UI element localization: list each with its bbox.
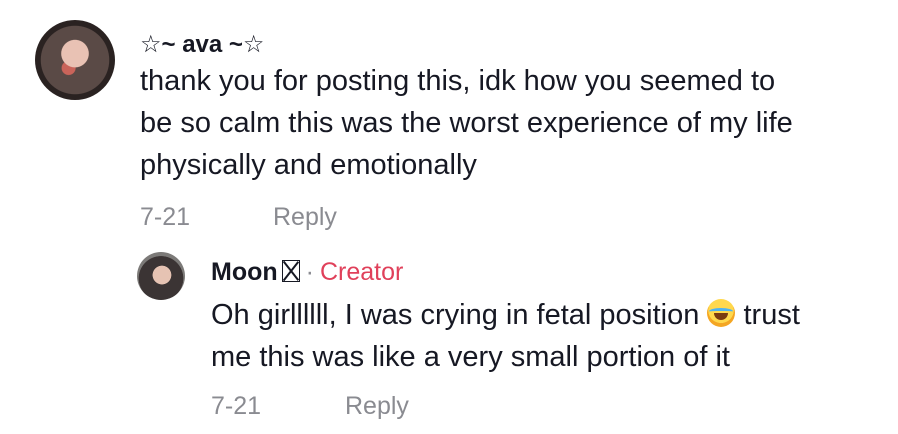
reply-line: Oh girllllll, I was crying in fetal posi…: [211, 294, 800, 336]
creator-badge: Creator: [319, 258, 404, 286]
reply-text: Oh girllllll, I was crying in fetal posi…: [211, 294, 800, 378]
reply-line-text: trust: [743, 299, 800, 331]
reply-line: me this was like a very small portion of…: [211, 341, 730, 373]
reply-button[interactable]: Reply: [273, 203, 337, 232]
comment-text: thank you for posting this, idk how you …: [140, 60, 793, 186]
comment-line: thank you for posting this, idk how you …: [140, 65, 776, 97]
avatar[interactable]: [35, 20, 115, 100]
comment-line: be so calm this was the worst experience…: [140, 107, 793, 139]
reply-line-text: Oh girllllll, I was crying in fetal posi…: [211, 299, 700, 331]
comment-date: 7-21: [140, 203, 191, 231]
comment-line: physically and emotionally: [140, 149, 477, 181]
reply-header: Moon · Creator: [211, 258, 403, 287]
reply-date: 7-21: [211, 392, 262, 420]
reply-avatar[interactable]: [137, 252, 185, 300]
reply-to-reply-button[interactable]: Reply: [345, 392, 409, 421]
reply-username[interactable]: Moon: [211, 258, 278, 286]
laughing-tears-emoji-icon: [707, 299, 736, 327]
separator-dot: ·: [305, 258, 314, 286]
unknown-glyph-icon: [281, 260, 300, 282]
comment-username[interactable]: ☆~ ava ~☆: [140, 30, 264, 59]
